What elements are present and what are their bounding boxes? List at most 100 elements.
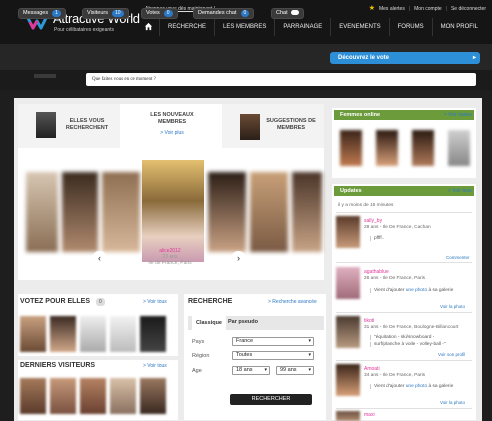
member-photo[interactable] [80, 316, 106, 352]
updates-title: Updates [340, 188, 362, 194]
update-author[interactable]: maxi [364, 412, 375, 418]
member-photo[interactable] [376, 130, 398, 166]
region-select[interactable]: Toutes ▾ [232, 351, 314, 360]
online-see-all-link[interactable]: > Voir toutes [444, 112, 472, 118]
visitors-count: 10 [112, 10, 124, 17]
update-text-tail: à sa galerie [427, 288, 454, 293]
status-input[interactable]: Que faites vous en ce moment ? [86, 73, 476, 86]
member-photo[interactable] [448, 130, 470, 166]
alerts-link[interactable]: Mes alertes [379, 6, 405, 12]
member-photo[interactable] [110, 316, 136, 352]
update-author[interactable]: tikoti [364, 318, 374, 324]
messages-button[interactable]: Messages 1 [18, 8, 66, 19]
tab-classic[interactable]: Classique [192, 316, 226, 330]
tab-new-members[interactable]: LES NOUVEAUX MEMBRES > Voir plus [120, 104, 222, 148]
member-photo[interactable] [340, 130, 362, 166]
update-meta: 26 ans - Ile De France, Paris [364, 276, 426, 281]
vote-see-all-link[interactable]: > Voir tous [143, 299, 167, 305]
member-photo[interactable] [20, 378, 46, 414]
avatar[interactable] [336, 316, 360, 348]
member-photo[interactable] [102, 172, 140, 252]
member-photo[interactable] [292, 172, 322, 252]
tab-new-members-label: LES NOUVEAUX MEMBRES [150, 112, 194, 125]
view-profile-link[interactable]: Voir son profil [438, 352, 465, 357]
tab-suggestions[interactable]: SUGGESTIONS DE MEMBRES [222, 104, 324, 148]
country-select[interactable]: France ▾ [232, 337, 314, 346]
member-photo[interactable] [110, 378, 136, 414]
divider [336, 312, 472, 313]
divider [336, 212, 472, 213]
comment-link[interactable]: Commenter [446, 255, 470, 260]
nav-search[interactable]: RECHERCHE [159, 18, 214, 36]
photo-link[interactable]: une photo [406, 288, 427, 293]
tab-pseudo[interactable]: Par pseudo [228, 319, 258, 325]
update-author[interactable]: agathablue [364, 269, 389, 275]
member-photo[interactable] [50, 316, 76, 352]
discover-vote-label: Découvrez le vote [338, 55, 390, 61]
messages-count: 1 [52, 10, 61, 17]
view-photo-link[interactable]: Voir la photo [440, 400, 465, 405]
nav-events[interactable]: EVENEMENTS [330, 18, 388, 36]
member-photo[interactable] [140, 316, 166, 352]
update-author[interactable]: Amoati [364, 366, 380, 372]
member-photo[interactable] [80, 378, 106, 414]
account-link[interactable]: Mon compte [414, 6, 442, 12]
member-tabs: ELLES VOUS RECHERCHENT LES NOUVEAUX MEMB… [18, 104, 324, 148]
member-photo[interactable] [412, 130, 434, 166]
search-button[interactable]: RECHERCHER [230, 394, 312, 405]
avatar[interactable] [336, 364, 360, 396]
age-min-select[interactable]: 18 ans ▾ [232, 366, 270, 375]
advanced-search-link[interactable]: > Recherche avancée [268, 299, 317, 305]
member-photo[interactable] [140, 378, 166, 414]
chat-requests-label: Demandes chat [198, 10, 237, 16]
carousel-next-button[interactable]: › [231, 251, 246, 266]
votes-label: Votes [146, 10, 160, 16]
home-icon[interactable] [138, 18, 159, 36]
member-photo[interactable] [50, 378, 76, 414]
avatar[interactable] [336, 411, 360, 421]
account-links: ★ Mes alertes | Mon compte | Se déconnec… [369, 5, 486, 12]
avatar[interactable] [336, 216, 360, 248]
featured-member-photo[interactable] [142, 160, 204, 262]
member-photo[interactable] [62, 172, 98, 252]
featured-member-location: Ile de France, Paris [148, 260, 192, 266]
member-photo[interactable] [26, 172, 58, 252]
region-label: Région [192, 353, 210, 359]
region-value: Toutes [236, 352, 253, 358]
visitors-button[interactable]: Visiteurs 10 [82, 8, 129, 19]
update-text: pffff.. [370, 236, 384, 241]
updates-see-all-link[interactable]: > Voir tous [448, 188, 472, 194]
update-author[interactable]: sally_by [364, 218, 382, 224]
nav-profile[interactable]: MON PROFIL [431, 18, 486, 36]
chat-button[interactable]: Chat [271, 8, 304, 19]
nav-forums[interactable]: FORUMS [388, 18, 432, 36]
chat-requests-button[interactable]: Demandes chat 0 [193, 8, 255, 19]
divider [336, 360, 472, 361]
visitors-label: Visiteurs [87, 10, 108, 16]
logout-link[interactable]: Se déconnecter [451, 6, 486, 12]
see-more-link[interactable]: > Voir plus [150, 130, 194, 137]
update-meta: 28 ans - Ile De France, Cachan [364, 225, 431, 230]
age-max-select[interactable]: 99 ans ▾ [276, 366, 314, 375]
featured-member-caption: alice2012 23 ans Ile de France, Paris [140, 248, 200, 266]
tab-suggestions-label: SUGGESTIONS DE MEMBRES [266, 118, 316, 131]
votes-button[interactable]: Votes 0 [141, 8, 178, 19]
member-photo[interactable] [208, 172, 246, 252]
avatar[interactable] [336, 267, 360, 299]
photo-link[interactable]: une photo [406, 384, 427, 389]
chevron-down-icon: ▾ [308, 367, 311, 373]
update-text-lead: Vient d'ajouter [374, 384, 406, 389]
nav-members[interactable]: LES MEMBRES [214, 18, 274, 36]
view-photo-link[interactable]: Voir la photo [440, 304, 465, 309]
update-text-tail: à sa galerie [427, 384, 454, 389]
update-text: Vient d'ajouter une photo à sa galerie [370, 288, 453, 293]
carousel-prev-button[interactable]: ‹ [92, 251, 107, 266]
discover-vote-button[interactable]: Découvrez le vote ▸ [330, 52, 480, 64]
member-photo[interactable] [20, 316, 46, 352]
visitors-see-all-link[interactable]: > Voir tous [143, 363, 167, 369]
nav-referral[interactable]: PARRAINAGE [274, 18, 330, 36]
member-photo[interactable] [250, 172, 288, 252]
tab-they-search-label: ELLES VOUS RECHERCHENT [65, 118, 109, 131]
tab-they-search[interactable]: ELLES VOUS RECHERCHENT [18, 104, 120, 148]
main-nav: RECHERCHE LES MEMBRES PARRAINAGE EVENEME… [138, 18, 486, 36]
